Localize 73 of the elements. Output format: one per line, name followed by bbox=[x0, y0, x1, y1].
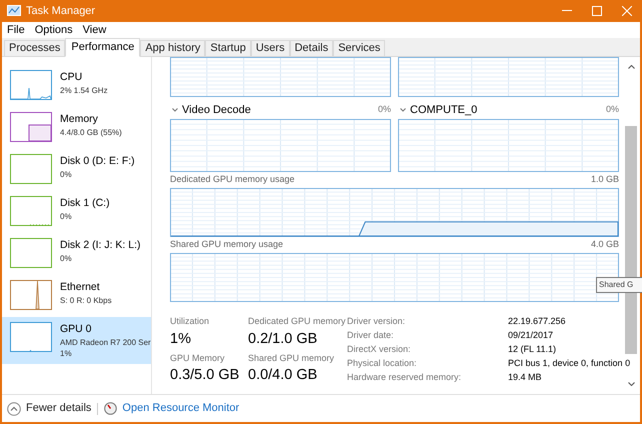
fewer-details-button[interactable]: Fewer details bbox=[26, 400, 92, 417]
chevron-icon[interactable] bbox=[400, 108, 406, 112]
tab[interactable]: Users bbox=[250, 40, 290, 56]
engine-name[interactable]: COMPUTE_0 bbox=[410, 102, 478, 118]
item-name: Disk 1 (C:) bbox=[60, 196, 110, 211]
app-icon bbox=[7, 5, 21, 17]
item-detail: 0% bbox=[60, 169, 72, 180]
stat-value: 0.0/4.0 GB bbox=[248, 366, 318, 385]
gauge-icon bbox=[104, 402, 118, 415]
item-detail: 2% 1.54 GHz bbox=[60, 85, 108, 96]
menu-item[interactable]: File bbox=[7, 22, 25, 38]
graph-max: 1.0 GB bbox=[590, 172, 619, 186]
item-name: Ethernet bbox=[60, 280, 100, 295]
window-title: Task Manager bbox=[26, 4, 96, 19]
close-icon[interactable] bbox=[622, 6, 632, 16]
item-detail: S: 0 R: 0 Kbps bbox=[60, 295, 112, 306]
detail-value: 22.19.677.256 bbox=[508, 315, 567, 328]
item-detail: 4.4/8.0 GB (55%) bbox=[60, 127, 122, 138]
tab[interactable]: Startup bbox=[205, 40, 251, 56]
engine-value: 0% bbox=[378, 103, 391, 116]
chevron-icon[interactable] bbox=[172, 108, 178, 112]
item-name: GPU 0 bbox=[60, 322, 92, 337]
detail-value: 12 (FL 11.1) bbox=[508, 343, 558, 356]
detail-label: Physical location: bbox=[347, 357, 418, 370]
detail-label: Driver version: bbox=[347, 315, 406, 328]
graph-max: 4.0 GB bbox=[590, 238, 619, 250]
tab[interactable]: App history bbox=[140, 40, 206, 56]
stat-label: GPU Memory bbox=[170, 352, 226, 365]
menu-item[interactable]: Options bbox=[34, 22, 73, 38]
item-detail: 1% bbox=[60, 348, 72, 359]
stat-value: 0.3/5.0 GB bbox=[170, 366, 240, 385]
menu-item[interactable]: View bbox=[82, 22, 106, 38]
maximize-icon[interactable] bbox=[592, 6, 602, 16]
stat-value: 0.2/1.0 GB bbox=[248, 330, 318, 348]
item-detail: AMD Radeon R7 200 Ser bbox=[60, 337, 151, 348]
item-name: Disk 2 (I: J: K: L:) bbox=[60, 238, 141, 253]
stat-label: Shared GPU memory bbox=[248, 352, 336, 365]
tab[interactable]: Services bbox=[333, 40, 386, 56]
tooltip: Shared G bbox=[596, 277, 642, 293]
scrollbar-thumb[interactable] bbox=[625, 126, 637, 354]
stat-label: Utilization bbox=[170, 315, 210, 328]
item-detail: 0% bbox=[60, 211, 72, 222]
detail-label: DirectX version: bbox=[347, 343, 412, 356]
stat-label: Dedicated GPU memory bbox=[248, 315, 347, 328]
collapse-icon[interactable] bbox=[7, 402, 21, 416]
sidebar-item[interactable]: CPU 2% 1.54 GHz bbox=[2, 65, 151, 105]
item-name: CPU bbox=[60, 70, 82, 85]
stat-value: 1% bbox=[170, 330, 191, 348]
sidebar-item[interactable]: Ethernet S: 0 R: 0 Kbps bbox=[2, 275, 151, 315]
tab[interactable]: Details bbox=[290, 40, 334, 56]
sidebar-item[interactable]: Disk 0 (D: E: F:) 0% bbox=[2, 149, 151, 189]
item-name: Disk 0 (D: E: F:) bbox=[60, 154, 135, 169]
tab[interactable]: Processes bbox=[4, 40, 66, 56]
scroll-up-icon[interactable] bbox=[628, 65, 634, 69]
open-resource-monitor-link[interactable]: Open Resource Monitor bbox=[122, 400, 240, 417]
item-detail: 0% bbox=[60, 253, 72, 264]
graph-label: Dedicated GPU memory usage bbox=[170, 172, 295, 186]
sidebar-item[interactable]: Disk 1 (C:) 0% bbox=[2, 191, 151, 231]
engine-name[interactable]: Video Decode bbox=[182, 102, 251, 118]
detail-value: 19.4 MB bbox=[508, 371, 543, 384]
sidebar-item[interactable]: GPU 0 AMD Radeon R7 200 Ser 1% bbox=[2, 317, 151, 364]
detail-label: Hardware reserved memory: bbox=[347, 371, 462, 384]
detail-value: 09/21/2017 bbox=[508, 329, 554, 342]
item-name: Memory bbox=[60, 112, 98, 127]
scroll-down-icon[interactable] bbox=[628, 382, 634, 386]
sidebar-item[interactable]: Disk 2 (I: J: K: L:) 0% bbox=[2, 233, 151, 273]
detail-value: PCI bus 1, device 0, function 0 bbox=[508, 357, 630, 370]
sidebar-item[interactable]: Memory 4.4/8.0 GB (55%) bbox=[2, 107, 151, 147]
tab[interactable]: Performance bbox=[65, 38, 140, 57]
engine-value: 0% bbox=[606, 103, 619, 116]
minimize-icon[interactable] bbox=[562, 10, 572, 12]
detail-label: Driver date: bbox=[347, 329, 395, 342]
graph-label: Shared GPU memory usage bbox=[170, 238, 284, 251]
